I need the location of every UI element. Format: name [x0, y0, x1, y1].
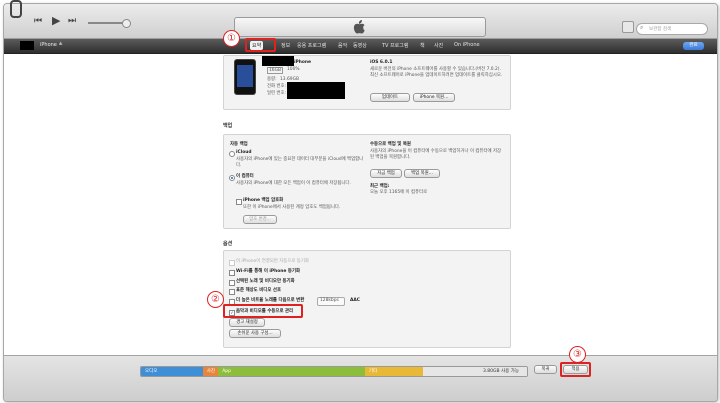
options-section-title: 옵션: [223, 241, 233, 247]
device-model: iPhone: [294, 60, 311, 65]
annotation-box-manual-manage: [223, 304, 303, 318]
binder-clip-icon: [10, 0, 22, 18]
backup-section-title: 백업: [223, 123, 233, 129]
restore-backup-button[interactable]: 백업 복원...: [404, 169, 440, 178]
redacted-phone-serial: [287, 82, 345, 99]
volume-slider[interactable]: [88, 22, 124, 24]
backup-now-button[interactable]: 지금 백업: [370, 169, 402, 178]
capacity-badge: 16GB: [267, 67, 284, 74]
tab-4[interactable]: 동영상: [351, 41, 369, 50]
encrypt-backup-checkbox[interactable]: [236, 199, 242, 205]
capacity-label: 용량:: [267, 77, 277, 82]
itunes-window: ⏮ ▶ ⏭ ⌕ 보관함 검색 iPhone ≜ 요약 정보 응용 프로그램 음악 동영상…: [3, 3, 718, 402]
lcd-display: [234, 17, 486, 37]
manual-backup-description: 사용자의 iPhone을 이 컴퓨터에 수동으로 백업하거나 이 컴퓨터에 저장…: [370, 149, 502, 160]
tab-6[interactable]: 책: [418, 41, 427, 50]
icloud-description: 사용자의 iPhone에 있는 중요한 데이터 대부분을 iCloud에 백업합…: [236, 157, 364, 168]
volume-knob[interactable]: [122, 19, 131, 28]
ios-update-note: 새로운 버전의 iPhone 소프트웨어를 사용할 수 있습니다.(버전 7.0…: [370, 67, 503, 78]
latest-backup-value: 오늘 오후 1165에 이 컴퓨터로: [370, 190, 428, 195]
ios-version: iOS 6.0.1: [370, 60, 393, 65]
option-label-1: Wi-Fi를 통해 이 iPhone 동기화: [236, 269, 301, 274]
iphone-screen: [237, 65, 253, 87]
tab-3[interactable]: 음악: [336, 41, 349, 50]
option-label-0: 이 iPhone이 연결되면 자동으로 동기화: [236, 259, 309, 264]
restore-iphone-button[interactable]: iPhone 복원...: [413, 93, 455, 102]
manual-backup-title: 수동으로 백업 및 복원: [370, 142, 411, 147]
option-label-3: 표준 해상도 비디오 선호: [236, 288, 281, 293]
search-placeholder: 보관함 검색: [649, 27, 672, 32]
change-password-button[interactable]: 암호 변경...: [243, 215, 277, 224]
tab-5[interactable]: TV 프로그램: [380, 41, 410, 50]
fast-forward-icon[interactable]: ⏭: [68, 16, 76, 26]
annotation-marker-3: ③: [569, 346, 586, 363]
capacity-segment-0: 오디오: [141, 367, 203, 376]
this-computer-description: 사용자의 iPhone에 대한 모든 백업이 이 컴퓨터에 저장됩니다.: [236, 181, 351, 186]
device-name[interactable]: iPhone ≜: [40, 42, 63, 48]
this-computer-label: 이 컴퓨터: [236, 174, 254, 179]
search-icon: ⌕: [640, 24, 644, 31]
encrypt-backup-description: 또한 이 iPhone에서 사용된 계정 암호도 백업됩니다.: [243, 205, 341, 210]
fullscreen-button[interactable]: [622, 21, 634, 33]
search-input[interactable]: ⌕ 보관함 검색: [636, 23, 708, 35]
iphone-image: [234, 59, 256, 95]
capacity-segment-1: 사진: [202, 367, 219, 376]
capacity-segment-2: App: [218, 367, 365, 376]
reset-warnings-button[interactable]: 경고 재설정: [229, 318, 265, 327]
encrypt-backup-label: iPhone 백업 암호화: [243, 198, 284, 203]
capacity-bar: 오디오 사진 App 기타 3.80GB 사용 가능: [140, 366, 528, 377]
annotation-box-apply: [560, 362, 591, 377]
annotation-marker-2: ②: [207, 291, 224, 308]
play-icon[interactable]: ▶: [52, 14, 60, 27]
toolbar: ⏮ ▶ ⏭ ⌕ 보관함 검색: [4, 4, 717, 39]
rewind-icon[interactable]: ⏮: [34, 16, 42, 26]
annotation-box-summary-tab: [245, 38, 276, 52]
tab-2[interactable]: 응용 프로그램: [295, 41, 328, 50]
icloud-label: iCloud: [236, 150, 252, 155]
tab-1[interactable]: 정보: [279, 41, 292, 50]
capacity-segment-4: 3.80GB 사용 가능: [422, 367, 527, 376]
option-label-2: 선택된 노래 및 비디오만 동기화: [236, 279, 295, 284]
battery-level: 100%: [287, 67, 300, 72]
this-computer-radio[interactable]: [229, 175, 235, 181]
revert-button[interactable]: 복귀: [534, 365, 557, 374]
device-icon-mask: [20, 41, 34, 50]
option-checkbox-1[interactable]: [229, 270, 235, 276]
accessibility-button[interactable]: 손쉬운 사용 구성...: [229, 329, 281, 338]
option-checkbox-2[interactable]: [229, 280, 235, 286]
icloud-radio[interactable]: [229, 151, 235, 157]
update-button[interactable]: 업데이트: [370, 93, 410, 102]
tab-7[interactable]: 사진: [432, 41, 445, 50]
annotation-marker-1: ①: [223, 30, 240, 47]
serial-label: 일련 번호:: [267, 91, 287, 96]
codec-label: AAC: [350, 298, 361, 303]
bitrate-select[interactable]: 128kbps: [317, 297, 345, 306]
auto-backup-title: 자동 백업: [230, 142, 248, 147]
apple-logo-icon: [353, 20, 365, 34]
bitrate-value: 128kbps: [320, 298, 339, 303]
done-button[interactable]: 완료: [683, 42, 704, 50]
tab-8[interactable]: On iPhone: [452, 41, 482, 49]
capacity-segment-3: 기타: [364, 367, 423, 376]
bottom-bar: [4, 355, 717, 401]
option-checkbox-3[interactable]: [229, 289, 235, 295]
redacted-device-name: [262, 56, 294, 66]
option-checkbox-0[interactable]: [229, 260, 235, 266]
phone-label: 전화 번호:: [267, 84, 287, 89]
